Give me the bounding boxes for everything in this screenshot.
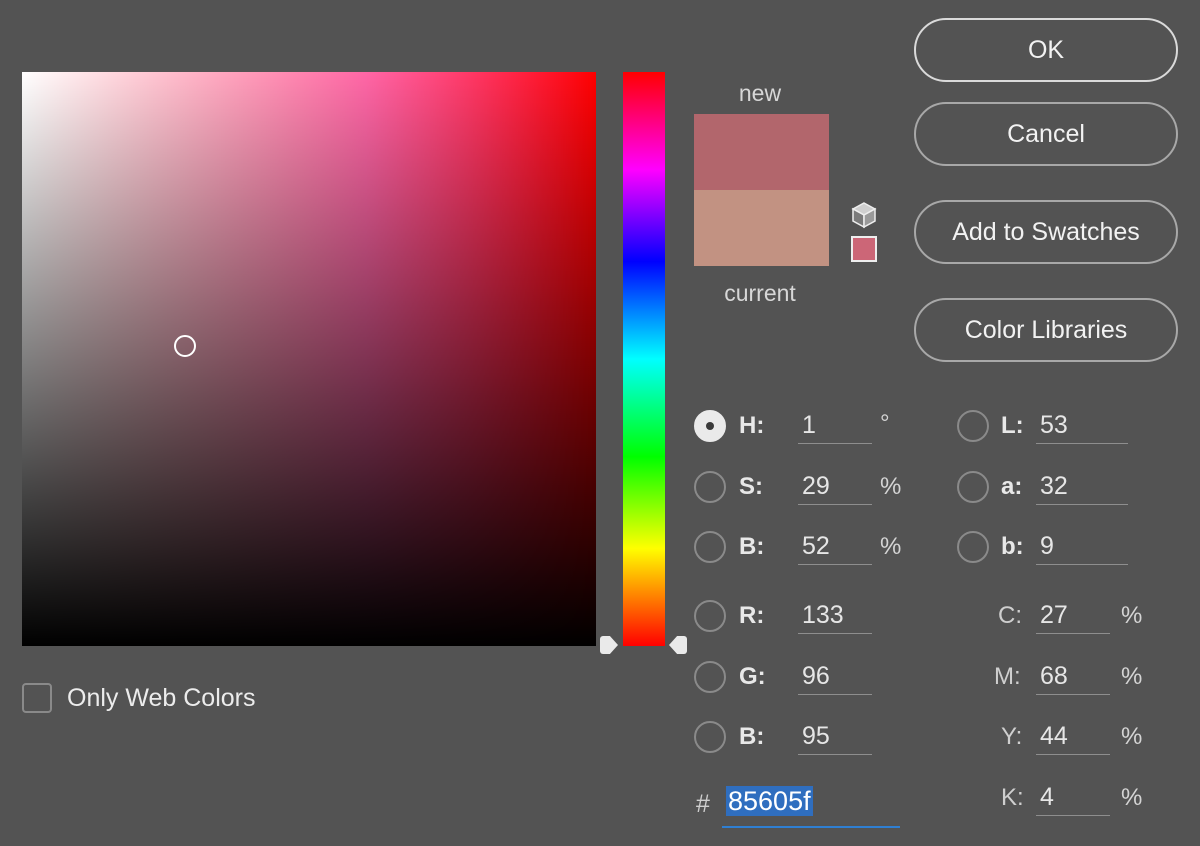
saturation-label: S: [739,473,763,500]
brightness-unit: % [880,533,902,560]
new-color-label: new [738,80,782,106]
black-input[interactable] [1036,780,1110,816]
red-input[interactable] [798,598,872,634]
hue-unit: ° [880,410,890,437]
saturation-input[interactable] [798,469,872,505]
lab-b-label: b: [1001,533,1024,560]
magenta-label: M: [994,663,1021,690]
black-label: K: [1001,784,1024,811]
blue-input[interactable] [798,719,872,755]
cyan-label: C: [998,602,1022,629]
hue-label: H: [739,412,765,439]
new-color-swatch [694,114,829,190]
hue-slider[interactable] [623,72,665,646]
only-web-colors-checkbox[interactable] [22,683,52,713]
hue-input[interactable] [798,408,872,444]
out-of-web-gamut-cube-icon[interactable] [849,200,879,230]
lab-l-radio[interactable] [957,410,989,442]
cyan-input[interactable] [1036,598,1110,634]
red-label: R: [739,602,765,629]
lab-b-radio[interactable] [957,531,989,563]
blue-label: B: [739,723,765,750]
brightness-label: B: [739,533,765,560]
hue-slider-handle-left-icon[interactable] [600,636,618,654]
lab-l-input[interactable] [1036,408,1128,444]
yellow-input[interactable] [1036,719,1110,755]
color-libraries-button[interactable]: Color Libraries [914,298,1178,362]
yellow-unit: % [1121,723,1143,750]
cyan-unit: % [1121,602,1143,629]
current-color-swatch[interactable] [694,190,829,266]
lab-a-label: a: [1001,473,1023,500]
current-color-label: current [724,280,796,306]
lab-l-label: L: [1001,412,1024,439]
saturation-radio[interactable] [694,471,726,503]
ok-button[interactable]: OK [914,18,1178,82]
lab-a-input[interactable] [1036,469,1128,505]
saturation-unit: % [880,473,902,500]
color-field[interactable] [22,72,596,646]
web-safe-color-swatch[interactable] [851,236,877,262]
hex-hash-label: # [696,790,710,818]
lab-b-input[interactable] [1036,529,1128,565]
magenta-unit: % [1121,663,1143,690]
lab-a-radio[interactable] [957,471,989,503]
color-field-marker[interactable] [174,335,196,357]
hue-slider-handle-right-icon[interactable] [669,636,687,654]
brightness-radio[interactable] [694,531,726,563]
green-input[interactable] [798,659,872,695]
hex-input[interactable]: 85605f [722,786,900,828]
yellow-label: Y: [1001,723,1023,750]
magenta-input[interactable] [1036,659,1110,695]
hue-radio[interactable] [694,410,726,442]
black-unit: % [1121,784,1143,811]
cancel-button[interactable]: Cancel [914,102,1178,166]
green-radio[interactable] [694,661,726,693]
brightness-input[interactable] [798,529,872,565]
blue-radio[interactable] [694,721,726,753]
only-web-colors-label[interactable]: Only Web Colors [67,684,256,713]
green-label: G: [739,663,766,690]
hex-value-selection: 85605f [726,786,813,816]
red-radio[interactable] [694,600,726,632]
add-to-swatches-button[interactable]: Add to Swatches [914,200,1178,264]
